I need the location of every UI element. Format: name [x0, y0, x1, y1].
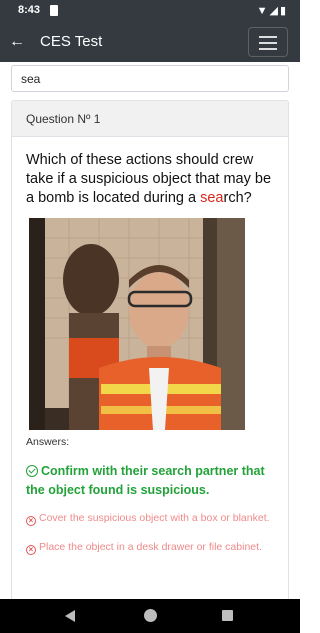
nav-recents-icon[interactable] — [222, 610, 233, 621]
answer-wrong[interactable]: × Cover the suspicious object with a box … — [26, 510, 274, 527]
nav-home-icon[interactable] — [144, 609, 157, 622]
x-circle-icon: × — [26, 545, 36, 555]
nav-back-icon[interactable] — [65, 610, 75, 622]
menu-line-icon — [259, 36, 277, 38]
question-photo — [29, 218, 245, 430]
question-number: Question Nº 1 — [12, 101, 288, 137]
answer-text: Confirm with their search partner that t… — [26, 464, 265, 497]
answers-label: Answers: — [26, 436, 70, 448]
menu-line-icon — [259, 42, 277, 44]
question-text-end: rch? — [223, 190, 252, 206]
x-circle-icon: × — [26, 516, 36, 526]
system-status-icons: ▼◢▮ — [256, 5, 288, 17]
status-bar: 8:43 ▼◢▮ — [0, 0, 300, 22]
answer-text: Cover the suspicious object with a box o… — [39, 512, 270, 524]
answer-correct[interactable]: Confirm with their search partner that t… — [26, 462, 274, 500]
question-card: Question Nº 1 Which of these actions sho… — [11, 100, 289, 610]
answer-wrong[interactable]: × Place the object in a desk drawer or fi… — [26, 539, 274, 556]
check-circle-icon — [26, 465, 38, 477]
hamburger-menu-button[interactable] — [248, 27, 288, 57]
question-text: Which of these actions should crew take … — [12, 137, 288, 208]
android-nav-bar — [0, 599, 300, 633]
search-input[interactable] — [12, 66, 288, 91]
app-bar: ← CES Test — [0, 22, 300, 62]
sd-card-icon — [50, 5, 58, 16]
answer-text: Place the object in a desk drawer or fil… — [39, 541, 262, 553]
app-title: CES Test — [40, 33, 103, 50]
status-time: 8:43 — [18, 4, 41, 16]
search-highlight: sea — [200, 190, 224, 206]
menu-line-icon — [259, 48, 277, 50]
back-arrow-icon[interactable]: ← — [6, 30, 28, 54]
search-field[interactable] — [11, 65, 289, 92]
